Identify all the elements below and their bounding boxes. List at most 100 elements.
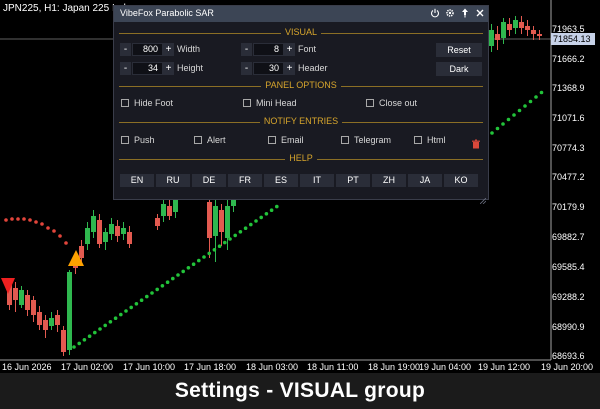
lang-fr-button[interactable]: FR bbox=[228, 174, 262, 187]
sar-dot bbox=[506, 117, 511, 122]
width-increase-button[interactable]: + bbox=[163, 43, 174, 56]
candle-body bbox=[161, 204, 166, 216]
width-decrease-button[interactable]: - bbox=[120, 43, 131, 56]
alert-label: Alert bbox=[207, 135, 226, 145]
email-checkbox[interactable] bbox=[268, 136, 276, 144]
price-tick: 69288.2 bbox=[552, 292, 585, 302]
candle-body bbox=[85, 228, 90, 244]
price-tick: 69585.4 bbox=[552, 262, 585, 272]
candle-body bbox=[155, 218, 160, 226]
sar-dot bbox=[191, 262, 196, 267]
lang-ja-button[interactable]: JA bbox=[408, 174, 442, 187]
alert-checkbox[interactable] bbox=[194, 136, 202, 144]
mini-head-label: Mini Head bbox=[256, 98, 297, 108]
resize-grip-icon[interactable] bbox=[479, 191, 487, 205]
sar-dot bbox=[264, 212, 269, 216]
sar-dot bbox=[228, 237, 232, 241]
lang-ko-button[interactable]: KO bbox=[444, 174, 478, 187]
sar-dot bbox=[93, 330, 97, 335]
lang-pt-button[interactable]: PT bbox=[336, 174, 370, 187]
font-increase-button[interactable]: + bbox=[284, 43, 295, 56]
time-tick: 18 Jun 11:00 bbox=[307, 362, 359, 372]
candle-body bbox=[97, 220, 102, 244]
mini-head-checkbox[interactable] bbox=[243, 99, 251, 107]
sar-dot bbox=[46, 226, 50, 230]
sar-dot bbox=[77, 341, 81, 346]
time-tick: 17 Jun 10:00 bbox=[123, 362, 176, 372]
sar-dot bbox=[124, 309, 128, 313]
height-increase-button[interactable]: + bbox=[163, 62, 174, 75]
lang-es-button[interactable]: ES bbox=[264, 174, 298, 187]
candle-body bbox=[207, 202, 212, 238]
sar-dot bbox=[155, 287, 159, 292]
candle-body bbox=[519, 22, 524, 28]
sar-dot bbox=[98, 327, 102, 331]
section-panel-options: PANEL OPTIONS bbox=[119, 80, 483, 92]
gear-icon[interactable] bbox=[444, 8, 455, 19]
panel-title: VibeFox Parabolic SAR bbox=[120, 8, 214, 18]
settings-panel: VibeFox Parabolic SAR VISUAL - 800 + Wid… bbox=[113, 5, 489, 205]
close-icon[interactable] bbox=[474, 8, 485, 19]
sar-dot bbox=[171, 276, 175, 281]
lang-zh-button[interactable]: ZH bbox=[372, 174, 406, 187]
height-decrease-button[interactable]: - bbox=[120, 62, 131, 75]
width-input[interactable]: 800 bbox=[132, 43, 163, 56]
sar-dot bbox=[16, 217, 20, 221]
header-increase-button[interactable]: + bbox=[284, 62, 295, 75]
candle-body bbox=[91, 216, 96, 232]
time-tick: 19 Jun 20:00 bbox=[541, 362, 594, 372]
sar-dot bbox=[534, 95, 538, 99]
price-tick: 70179.9 bbox=[552, 202, 585, 212]
sar-dot bbox=[52, 229, 56, 233]
sar-dot bbox=[186, 266, 191, 270]
reset-button[interactable]: Reset bbox=[436, 43, 482, 57]
hide-foot-label: Hide Foot bbox=[134, 98, 174, 108]
price-tick: 71071.6 bbox=[552, 113, 585, 123]
push-checkbox[interactable] bbox=[121, 136, 129, 144]
sar-dot bbox=[249, 222, 253, 227]
candle-body bbox=[507, 24, 512, 30]
height-input[interactable]: 34 bbox=[132, 62, 163, 75]
time-tick: 19 Jun 04:00 bbox=[419, 362, 472, 372]
candle-body bbox=[31, 300, 36, 315]
sar-dot bbox=[539, 90, 544, 95]
current-price-badge: 71854.13 bbox=[551, 33, 595, 45]
sar-dot bbox=[217, 244, 222, 248]
lang-ru-button[interactable]: RU bbox=[156, 174, 190, 187]
font-input[interactable]: 8 bbox=[253, 43, 284, 56]
candle-body bbox=[109, 224, 114, 234]
sar-dot bbox=[233, 233, 237, 238]
sar-dot bbox=[72, 345, 76, 349]
sar-dot bbox=[10, 217, 14, 221]
header-decrease-button[interactable]: - bbox=[241, 62, 252, 75]
header-input[interactable]: 30 bbox=[253, 62, 284, 75]
lang-en-button[interactable]: EN bbox=[120, 174, 154, 187]
sar-dot bbox=[64, 241, 68, 245]
candle-body bbox=[127, 232, 132, 244]
lang-de-button[interactable]: DE bbox=[192, 174, 226, 187]
dark-theme-button[interactable]: Dark bbox=[436, 62, 482, 76]
panel-title-bar[interactable]: VibeFox Parabolic SAR bbox=[114, 6, 488, 22]
candle-body bbox=[213, 206, 218, 236]
candle-body bbox=[67, 272, 72, 350]
candle-body bbox=[531, 30, 536, 34]
candle-body bbox=[501, 22, 506, 38]
sar-dot bbox=[58, 234, 62, 238]
power-icon[interactable] bbox=[429, 8, 440, 19]
sar-dot bbox=[22, 217, 26, 221]
candle-body bbox=[19, 290, 24, 305]
html-checkbox[interactable] bbox=[414, 136, 422, 144]
telegram-checkbox[interactable] bbox=[341, 136, 349, 144]
sar-dot bbox=[108, 320, 113, 324]
hide-foot-checkbox[interactable] bbox=[121, 99, 129, 107]
font-decrease-button[interactable]: - bbox=[241, 43, 252, 56]
sar-dot bbox=[134, 302, 139, 306]
section-visual: VISUAL bbox=[119, 27, 483, 39]
time-tick: 16 Jun 2026 bbox=[2, 362, 52, 372]
candle-body bbox=[167, 206, 172, 216]
sar-dot bbox=[212, 248, 217, 252]
trash-icon[interactable] bbox=[471, 136, 481, 149]
pin-icon[interactable] bbox=[459, 8, 470, 19]
close-out-checkbox[interactable] bbox=[366, 99, 374, 107]
lang-it-button[interactable]: IT bbox=[300, 174, 334, 187]
